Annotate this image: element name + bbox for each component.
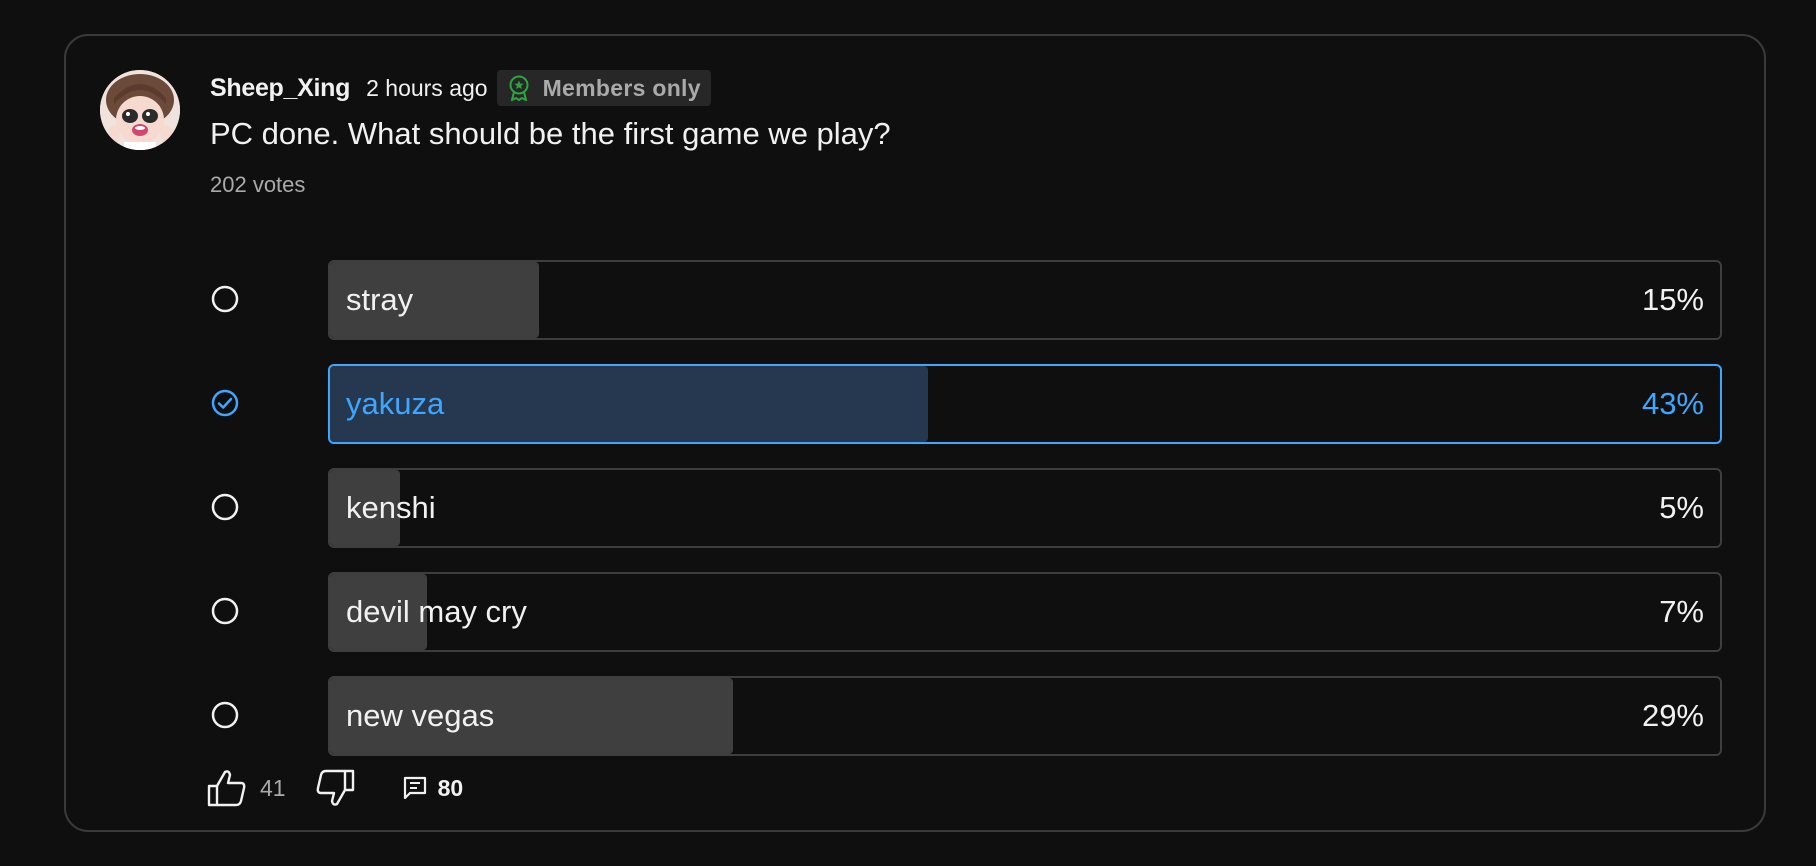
post-text: PC done. What should be the first game w…	[210, 116, 891, 151]
avatar[interactable]	[100, 70, 180, 150]
radio-icon[interactable]	[210, 596, 240, 626]
poll-option-percent: 7%	[1659, 594, 1704, 629]
poll-option-label: stray	[346, 282, 414, 317]
poll-option-bar[interactable]: kenshi 5%	[328, 468, 1722, 548]
members-badge-label: Members only	[542, 74, 701, 101]
thumbs-up-icon	[207, 770, 246, 807]
poll-option-label: yakuza	[346, 386, 445, 421]
poll-option-percent: 5%	[1659, 490, 1704, 525]
poll-option[interactable]: stray 15%	[210, 260, 1722, 340]
members-badge-icon	[509, 75, 529, 101]
radio-icon[interactable]	[210, 492, 240, 522]
poll-option-label: new vegas	[346, 698, 495, 733]
poll-option-percent: 43%	[1641, 386, 1704, 421]
radio-icon[interactable]	[210, 284, 240, 314]
radio-icon[interactable]	[210, 700, 240, 730]
comment-count: 80	[437, 774, 464, 801]
poll-option-percent: 15%	[1641, 282, 1704, 317]
comment-button[interactable]: 80	[402, 774, 464, 802]
author-name[interactable]: Sheep_Xing	[210, 74, 350, 103]
poll-option[interactable]: kenshi 5%	[210, 468, 1722, 548]
check-circle-icon[interactable]	[210, 388, 240, 418]
poll-option-bar-selected[interactable]: yakuza 43%	[328, 364, 1722, 444]
members-only-badge: Members only	[496, 70, 711, 106]
comment-icon	[403, 776, 426, 800]
poll-option-bar[interactable]: new vegas 29%	[328, 676, 1722, 756]
poll-option[interactable]: yakuza 43%	[210, 364, 1722, 444]
poll-option-label: kenshi	[346, 490, 436, 525]
like-button[interactable]	[206, 768, 248, 808]
post-actions: 41 80	[206, 766, 463, 810]
community-post-card: Sheep_Xing 2 hours ago Members only PC d…	[64, 34, 1766, 832]
dislike-button[interactable]	[314, 768, 356, 808]
poll-option-label: devil may cry	[346, 594, 527, 629]
poll-option[interactable]: new vegas 29%	[210, 676, 1722, 756]
poll-option-percent: 29%	[1641, 698, 1704, 733]
post-time[interactable]: 2 hours ago	[366, 75, 487, 102]
poll-option-bar[interactable]: stray 15%	[328, 260, 1722, 340]
like-count: 41	[260, 774, 286, 801]
poll-option-bar[interactable]: devil may cry 7%	[328, 572, 1722, 652]
post-header: Sheep_Xing 2 hours ago Members only	[210, 70, 711, 106]
poll-option[interactable]: devil may cry 7%	[210, 572, 1722, 652]
vote-count: 202 votes	[210, 172, 306, 197]
thumbs-down-icon	[316, 769, 354, 806]
